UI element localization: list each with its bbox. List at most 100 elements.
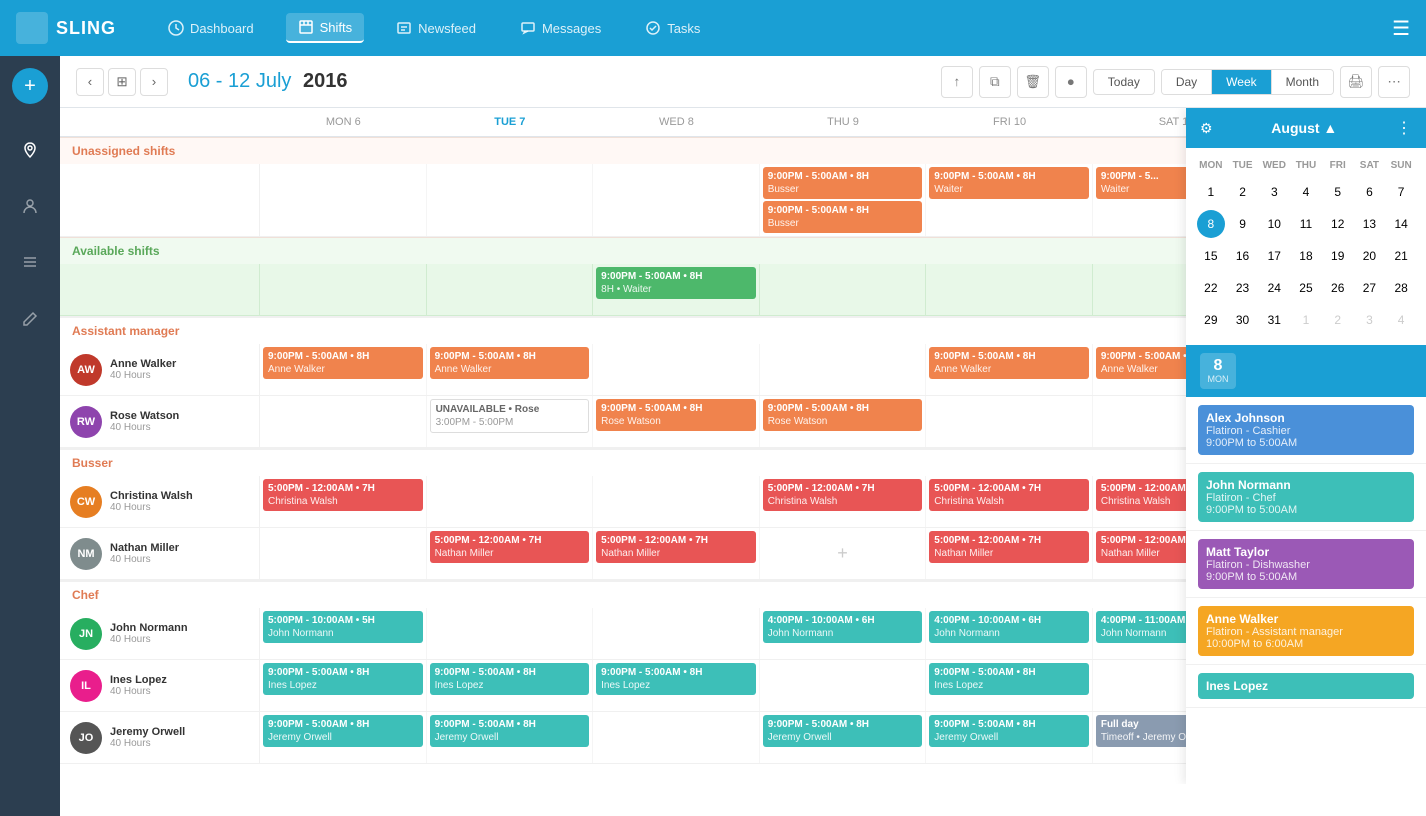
more-button[interactable]: ⋯: [1378, 66, 1410, 98]
mini-cal-day[interactable]: 2: [1229, 178, 1257, 206]
mini-cal-day[interactable]: 28: [1387, 274, 1415, 302]
ines-fri[interactable]: 9:00PM - 5:00AM • 8H Ines Lopez: [926, 660, 1093, 711]
today-button[interactable]: Today: [1093, 69, 1155, 95]
hamburger-menu[interactable]: ☰: [1392, 16, 1410, 41]
shift-block[interactable]: 5:00PM - 12:00AM • 7H Nathan Miller: [430, 531, 590, 563]
mini-cal-day[interactable]: 11: [1292, 210, 1320, 238]
event-item[interactable]: Alex Johnson Flatiron - Cashier 9:00PM t…: [1186, 397, 1426, 464]
shift-block[interactable]: 5:00PM - 12:00AM • 7H Nathan Miller: [596, 531, 756, 563]
event-item[interactable]: Ines Lopez: [1186, 665, 1426, 708]
day-view-button[interactable]: Day: [1162, 70, 1212, 94]
jeremy-thu[interactable]: 9:00PM - 5:00AM • 8H Jeremy Orwell: [760, 712, 927, 763]
mini-cal-day[interactable]: 7: [1387, 178, 1415, 206]
mini-cal-day[interactable]: 5: [1324, 178, 1352, 206]
shift-block[interactable]: 9:00PM - 5:00AM • 8H Ines Lopez: [430, 663, 590, 695]
john-thu[interactable]: 4:00PM - 10:00AM • 6H John Normann: [760, 608, 927, 659]
john-mon[interactable]: 5:00PM - 10:00AM • 5H John Normann: [260, 608, 427, 659]
nav-tasks[interactable]: Tasks: [633, 14, 712, 42]
shift-block[interactable]: 9:00PM - 5:00AM • 8H Anne Walker: [263, 347, 423, 379]
shift-block[interactable]: 9:00PM - 5:00AM • 8H Waiter: [929, 167, 1089, 199]
sidebar-people-icon[interactable]: [12, 188, 48, 224]
mini-cal-day[interactable]: 30: [1229, 306, 1257, 334]
anne-fri[interactable]: 9:00PM - 5:00AM • 8H Anne Walker: [926, 344, 1093, 395]
mini-cal-day[interactable]: 12: [1324, 210, 1352, 238]
shift-block[interactable]: 5:00PM - 12:00AM • 7H Christina Walsh: [929, 479, 1089, 511]
nav-newsfeed[interactable]: Newsfeed: [384, 14, 488, 42]
mini-cal-day[interactable]: 21: [1387, 242, 1415, 270]
shift-block[interactable]: 9:00PM - 5:00AM • 8H Ines Lopez: [263, 663, 423, 695]
rose-wed[interactable]: 9:00PM - 5:00AM • 8H Rose Watson: [593, 396, 760, 447]
shift-block[interactable]: 9:00PM - 5:00AM • 8H Busser: [763, 201, 923, 233]
mini-cal-day[interactable]: 29: [1197, 306, 1225, 334]
mini-cal-day[interactable]: 3: [1355, 306, 1383, 334]
add-button[interactable]: +: [12, 68, 48, 104]
mini-cal-day[interactable]: 1: [1197, 178, 1225, 206]
ines-wed[interactable]: 9:00PM - 5:00AM • 8H Ines Lopez: [593, 660, 760, 711]
shift-block[interactable]: 9:00PM - 5:00AM • 8H Jeremy Orwell: [263, 715, 423, 747]
shift-block[interactable]: 4:00PM - 10:00AM • 6H John Normann: [929, 611, 1089, 643]
upload-button[interactable]: ↑: [941, 66, 973, 98]
shift-block[interactable]: 9:00PM - 5:00AM • 8H Rose Watson: [596, 399, 756, 431]
prev-week-button[interactable]: ‹: [76, 68, 104, 96]
shift-block[interactable]: 9:00PM - 5:00AM • 8H Anne Walker: [929, 347, 1089, 379]
next-week-button[interactable]: ›: [140, 68, 168, 96]
event-item[interactable]: Matt Taylor Flatiron - Dishwasher 9:00PM…: [1186, 531, 1426, 598]
mini-cal-day[interactable]: 24: [1260, 274, 1288, 302]
mini-cal-day[interactable]: 16: [1229, 242, 1257, 270]
month-view-button[interactable]: Month: [1272, 70, 1333, 94]
nav-messages[interactable]: Messages: [508, 14, 613, 42]
shift-block-unavail[interactable]: UNAVAILABLE • Rose 3:00PM - 5:00PM: [430, 399, 590, 433]
john-fri[interactable]: 4:00PM - 10:00AM • 6H John Normann: [926, 608, 1093, 659]
mini-cal-day[interactable]: 27: [1355, 274, 1383, 302]
mini-cal-day[interactable]: 15: [1197, 242, 1225, 270]
mini-cal-day[interactable]: 25: [1292, 274, 1320, 302]
shift-block[interactable]: 9:00PM - 5:00AM • 8H Jeremy Orwell: [430, 715, 590, 747]
mini-cal-more[interactable]: ⋮: [1396, 118, 1412, 138]
nav-dashboard[interactable]: Dashboard: [156, 14, 266, 42]
mini-cal-day[interactable]: 23: [1229, 274, 1257, 302]
christina-thu[interactable]: 5:00PM - 12:00AM • 7H Christina Walsh: [760, 476, 927, 527]
rose-thu[interactable]: 9:00PM - 5:00AM • 8H Rose Watson: [760, 396, 927, 447]
shift-block[interactable]: 9:00PM - 5:00AM • 8H Ines Lopez: [929, 663, 1089, 695]
filter-icon[interactable]: ⚙: [1200, 120, 1213, 137]
nathan-thu-add[interactable]: +: [760, 528, 927, 579]
unassigned-fri[interactable]: 9:00PM - 5:00AM • 8H Waiter: [926, 164, 1093, 236]
jeremy-mon[interactable]: 9:00PM - 5:00AM • 8H Jeremy Orwell: [260, 712, 427, 763]
shift-block[interactable]: 9:00PM - 5:00AM • 8H Jeremy Orwell: [763, 715, 923, 747]
copy-button[interactable]: ⧉: [979, 66, 1011, 98]
sidebar-list-icon[interactable]: [12, 244, 48, 280]
mini-cal-day-today[interactable]: 8: [1197, 210, 1225, 238]
dot-button[interactable]: ●: [1055, 66, 1087, 98]
shift-block[interactable]: 5:00PM - 12:00AM • 7H Christina Walsh: [763, 479, 923, 511]
event-item[interactable]: John Normann Flatiron - Chef 9:00PM to 5…: [1186, 464, 1426, 531]
mini-cal-day[interactable]: 13: [1355, 210, 1383, 238]
shift-block[interactable]: 5:00PM - 10:00AM • 5H John Normann: [263, 611, 423, 643]
christina-fri[interactable]: 5:00PM - 12:00AM • 7H Christina Walsh: [926, 476, 1093, 527]
event-item[interactable]: Anne Walker Flatiron - Assistant manager…: [1186, 598, 1426, 665]
christina-mon[interactable]: 5:00PM - 12:00AM • 7H Christina Walsh: [260, 476, 427, 527]
mini-cal-day[interactable]: 18: [1292, 242, 1320, 270]
ines-tue[interactable]: 9:00PM - 5:00AM • 8H Ines Lopez: [427, 660, 594, 711]
available-wed[interactable]: 9:00PM - 5:00AM • 8H 8H • Waiter: [593, 264, 760, 315]
mini-cal-day[interactable]: 19: [1324, 242, 1352, 270]
mini-cal-day[interactable]: 22: [1197, 274, 1225, 302]
jeremy-tue[interactable]: 9:00PM - 5:00AM • 8H Jeremy Orwell: [427, 712, 594, 763]
shift-block[interactable]: 9:00PM - 5:00AM • 8H Rose Watson: [763, 399, 923, 431]
shift-block[interactable]: 5:00PM - 12:00AM • 7H Christina Walsh: [263, 479, 423, 511]
shift-block[interactable]: 5:00PM - 12:00AM • 7H Nathan Miller: [929, 531, 1089, 563]
sidebar-location-icon[interactable]: [12, 132, 48, 168]
shift-block[interactable]: 9:00PM - 5:00AM • 8H Jeremy Orwell: [929, 715, 1089, 747]
week-view-button[interactable]: Week: [1212, 70, 1271, 94]
mini-cal-day[interactable]: 1: [1292, 306, 1320, 334]
shift-block[interactable]: 9:00PM - 5:00AM • 8H Ines Lopez: [596, 663, 756, 695]
mini-cal-day[interactable]: 20: [1355, 242, 1383, 270]
nav-shifts[interactable]: Shifts: [286, 13, 365, 43]
grid-view-button[interactable]: ⊞: [108, 68, 136, 96]
shift-block[interactable]: 4:00PM - 10:00AM • 6H John Normann: [763, 611, 923, 643]
mini-cal-day[interactable]: 4: [1292, 178, 1320, 206]
anne-tue[interactable]: 9:00PM - 5:00AM • 8H Anne Walker: [427, 344, 594, 395]
mini-cal-day[interactable]: 26: [1324, 274, 1352, 302]
delete-button[interactable]: 🗑: [1017, 66, 1049, 98]
mini-cal-day[interactable]: 9: [1229, 210, 1257, 238]
mini-cal-day[interactable]: 17: [1260, 242, 1288, 270]
